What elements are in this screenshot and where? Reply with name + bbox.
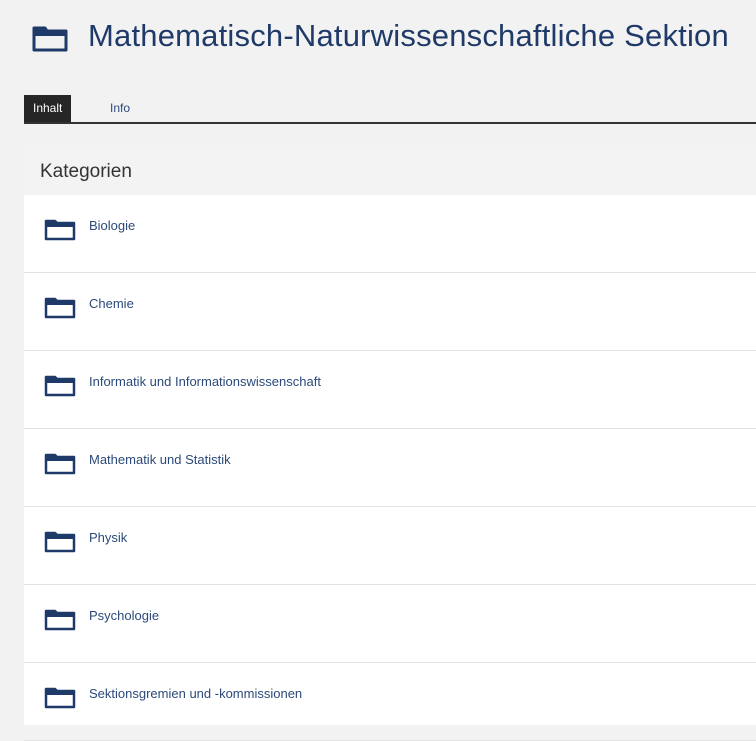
tab-bar: Inhalt Info	[24, 95, 756, 124]
page-header: Mathematisch-Naturwissenschaftliche Sekt…	[24, 0, 756, 78]
folder-icon	[44, 297, 76, 319]
category-label[interactable]: Biologie	[89, 218, 135, 233]
category-label[interactable]: Mathematik und Statistik	[89, 452, 231, 467]
folder-icon	[44, 687, 76, 709]
section-title: Kategorien	[40, 161, 132, 182]
category-item-chemie[interactable]: Chemie	[24, 273, 756, 351]
category-label[interactable]: Informatik und Informationswissenschaft	[89, 374, 321, 389]
category-list: Biologie Chemie Informatik und Informati…	[24, 195, 756, 741]
category-label[interactable]: Psychologie	[89, 608, 159, 623]
tab-info[interactable]: Info	[101, 95, 139, 122]
section-header: Kategorien	[24, 147, 756, 195]
folder-icon	[44, 609, 76, 631]
category-item-informatik[interactable]: Informatik und Informationswissenschaft	[24, 351, 756, 429]
folder-icon	[32, 26, 68, 52]
tab-inhalt[interactable]: Inhalt	[24, 95, 72, 122]
categories-section: Kategorien Biologie Chemie Informatik un…	[24, 147, 756, 741]
category-item-sektionsgremien[interactable]: Sektionsgremien und -kommissionen	[24, 663, 756, 741]
category-label[interactable]: Chemie	[89, 296, 134, 311]
category-item-mathematik[interactable]: Mathematik und Statistik	[24, 429, 756, 507]
page: Mathematisch-Naturwissenschaftliche Sekt…	[24, 0, 756, 741]
folder-icon	[44, 453, 76, 475]
folder-icon	[44, 531, 76, 553]
folder-icon	[44, 375, 76, 397]
category-label[interactable]: Sektionsgremien und -kommissionen	[89, 686, 302, 701]
page-title: Mathematisch-Naturwissenschaftliche Sekt…	[88, 18, 729, 53]
category-item-psychologie[interactable]: Psychologie	[24, 585, 756, 663]
category-item-biologie[interactable]: Biologie	[24, 195, 756, 273]
folder-icon	[44, 219, 76, 241]
category-item-physik[interactable]: Physik	[24, 507, 756, 585]
category-label[interactable]: Physik	[89, 530, 127, 545]
